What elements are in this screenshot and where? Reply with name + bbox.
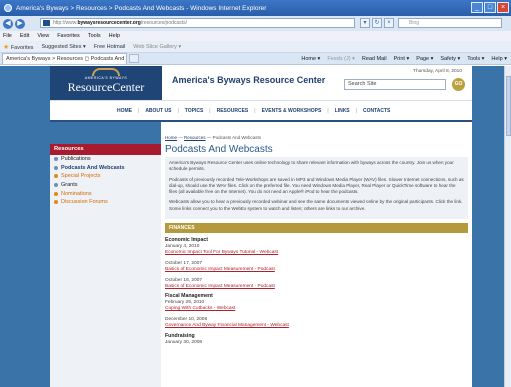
compat-view-button[interactable]: ▾ xyxy=(360,18,370,28)
menu-file[interactable]: File xyxy=(3,33,12,39)
list-item: October 16, 2007 Basics of Economic Impa… xyxy=(165,278,468,290)
intro-paragraph: Podcasts of previously recorded Tele-Wor… xyxy=(169,176,464,195)
stop-icon[interactable]: × xyxy=(384,18,394,28)
window-title: America's Byways > Resources > Podcasts … xyxy=(16,4,267,12)
entry-link[interactable]: Basics of Economic Impact Measurement - … xyxy=(165,284,468,290)
current-date: Thursday, April 8, 2010 xyxy=(413,69,462,74)
menu-edit[interactable]: Edit xyxy=(20,33,29,39)
tab-active[interactable]: America's Byways > Resources ◻ Podcasts … xyxy=(2,53,127,64)
search-go-button[interactable]: GO xyxy=(452,78,465,91)
sidebar-item-grants[interactable]: Grants xyxy=(50,181,161,190)
list-item: Fundraising January 30, 2008 xyxy=(165,333,468,346)
sidebar-item-nominations[interactable]: Nominations xyxy=(50,189,161,198)
entry-link[interactable]: Coping With Cutbacks - Webcast xyxy=(165,306,468,312)
star-icon: ★ xyxy=(3,43,10,51)
minimize-button[interactable]: _ xyxy=(471,2,483,13)
suggested-sites-link[interactable]: Suggested Sites ▾ xyxy=(41,44,85,50)
sidebar-heading: Resources xyxy=(50,144,161,155)
home-button[interactable]: Home ▾ xyxy=(301,54,320,64)
main-content: Home — Resources — Podcasts And Webcasts… xyxy=(161,122,472,387)
bullet-icon xyxy=(54,191,58,196)
back-button[interactable]: ◀ xyxy=(3,18,13,29)
address-controls: ▾ ↻ × xyxy=(360,18,394,28)
address-bar-row: ◀ ▶ http://www.bywaysresourcecenter.org/… xyxy=(0,16,511,31)
entry-date: January 30, 2008 xyxy=(165,339,203,345)
bullet-icon xyxy=(54,200,58,205)
nav-topics[interactable]: TOPICS xyxy=(185,108,204,114)
free-hotmail-link[interactable]: Free Hotmail xyxy=(94,44,125,50)
entry-link[interactable]: Basics of Economic Impact Measurement - … xyxy=(165,267,468,273)
site-nav: HOME | ABOUT US | TOPICS | RESOURCES | EVENT… xyxy=(50,100,472,122)
nav-about-us[interactable]: ABOUT US xyxy=(145,108,171,114)
favorites-bar: ★ Favorites Suggested Sites ▾ Free Hotma… xyxy=(0,41,511,53)
crumb-home[interactable]: Home xyxy=(165,135,177,140)
list-item: October 17, 2007 Basics of Economic Impa… xyxy=(165,261,468,273)
site-header: AMERICA'S BYWAYS ResourceCenter America'… xyxy=(50,66,472,100)
safety-menu[interactable]: Safety ▾ xyxy=(440,54,460,64)
bullet-icon xyxy=(54,174,58,179)
sidebar-item-special-projects[interactable]: Special Projects xyxy=(50,172,161,181)
print-button[interactable]: Print ▾ xyxy=(394,54,410,64)
bullet-icon xyxy=(54,183,58,188)
list-item: Fiscal Management February 25, 2010 Copi… xyxy=(165,294,468,312)
breadcrumb: Home — Resources — Podcasts And Webcasts xyxy=(165,135,262,140)
crumb-resources[interactable]: Resources xyxy=(184,135,206,140)
browser-search-input[interactable]: Bing xyxy=(398,18,502,28)
command-bar: Home ▾ Feeds (J) ▾ Read Mail Print ▾ Pag… xyxy=(301,54,507,64)
read-mail-button[interactable]: Read Mail xyxy=(362,54,387,64)
menu-bar: File Edit View Favorites Tools Help xyxy=(0,31,511,41)
new-tab-button[interactable] xyxy=(129,54,139,63)
entry-link[interactable]: Economic Impact Tool For Byways Tutorial… xyxy=(165,250,468,256)
favorites-button[interactable]: ★ Favorites xyxy=(3,43,33,51)
sidebar-item-discussion-forums[interactable]: Discussion Forums xyxy=(50,198,161,207)
ie-logo-icon xyxy=(4,4,12,12)
vertical-scrollbar[interactable] xyxy=(504,66,511,387)
nav-events-workshops[interactable]: EVENTS & WORKSHOPS xyxy=(262,108,322,114)
close-button[interactable]: × xyxy=(497,2,509,13)
site-title: America's Byways Resource Center xyxy=(172,75,326,85)
menu-favorites[interactable]: Favorites xyxy=(57,33,80,39)
intro-box: America's Byways Resource Center uses on… xyxy=(165,157,468,220)
nav-home[interactable]: HOME xyxy=(117,108,132,114)
sidebar-item-podcasts[interactable]: Podcasts And Webcasts xyxy=(50,164,161,173)
entry-link[interactable]: Governance And Byway Financial Managemen… xyxy=(165,323,468,329)
refresh-icon[interactable]: ↻ xyxy=(372,18,382,28)
site-search-input[interactable]: Search Site xyxy=(344,79,446,90)
page-title: Podcasts And Webcasts xyxy=(165,144,273,155)
bullet-icon xyxy=(54,157,58,162)
section-header-finances: FINANCES xyxy=(165,223,468,234)
address-input[interactable]: http://www.bywaysresourcecenter.org/reso… xyxy=(40,18,355,28)
forward-button[interactable]: ▶ xyxy=(15,18,25,29)
site-logo[interactable]: AMERICA'S BYWAYS ResourceCenter xyxy=(50,66,162,100)
sidebar: Resources Publications Podcasts And Webc… xyxy=(50,144,161,387)
web-page: AMERICA'S BYWAYS ResourceCenter America'… xyxy=(0,66,504,387)
bullet-icon xyxy=(54,165,58,170)
sidebar-item-publications[interactable]: Publications xyxy=(50,155,161,164)
nav-links[interactable]: LINKS xyxy=(335,108,350,114)
crumb-current: Podcasts And Webcasts xyxy=(212,135,262,140)
tab-bar: America's Byways > Resources ◻ Podcasts … xyxy=(0,53,511,65)
nav-contacts[interactable]: CONTACTS xyxy=(363,108,390,114)
intro-paragraph: Webcasts allow you to hear a previously … xyxy=(169,199,463,211)
list-item: December 10, 2008 Governance And Byway F… xyxy=(165,317,468,329)
window-controls: _ □ × xyxy=(471,2,509,13)
scrollbar-thumb[interactable] xyxy=(506,76,511,136)
intro-paragraph: America's Byways Resource Center uses on… xyxy=(169,160,454,172)
maximize-button[interactable]: □ xyxy=(484,2,496,13)
feeds-button[interactable]: Feeds (J) ▾ xyxy=(327,54,355,64)
menu-help[interactable]: Help xyxy=(109,33,120,39)
list-item: Economic Impact January 4, 2010 Economic… xyxy=(165,237,468,256)
page-menu[interactable]: Page ▾ xyxy=(416,54,433,64)
menu-view[interactable]: View xyxy=(37,33,49,39)
window-titlebar: America's Byways > Resources > Podcasts … xyxy=(0,0,511,16)
web-slice-gallery-link[interactable]: Web Slice Gallery ▾ xyxy=(133,44,181,50)
menu-tools[interactable]: Tools xyxy=(88,33,101,39)
help-menu[interactable]: Help ▾ xyxy=(491,54,507,64)
site-favicon-icon xyxy=(43,20,50,26)
nav-resources[interactable]: RESOURCES xyxy=(217,108,249,114)
tools-menu[interactable]: Tools ▾ xyxy=(467,54,484,64)
logo-arc-icon xyxy=(92,68,120,76)
